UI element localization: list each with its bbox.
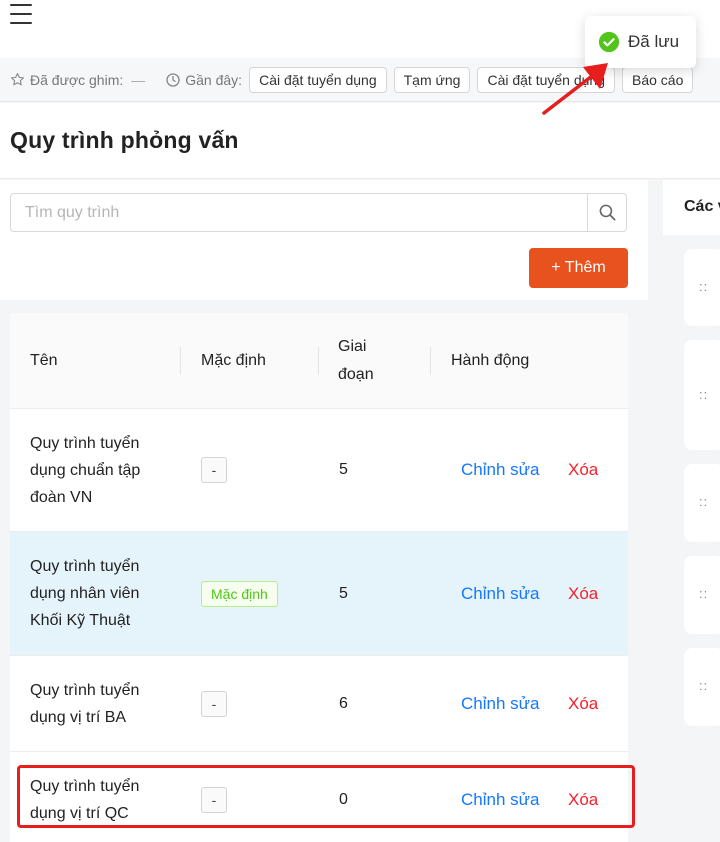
stage-card[interactable]: :: [684, 556, 720, 634]
star-icon [11, 73, 24, 86]
search-input[interactable] [11, 194, 588, 231]
right-panel-header: Các v [663, 180, 720, 235]
default-tag-empty: - [201, 787, 227, 813]
recent-chip-advance[interactable]: Tạm ứng [393, 66, 471, 93]
default-tag-empty: - [201, 457, 227, 483]
edit-link[interactable]: Chỉnh sửa [461, 584, 539, 604]
pinned-group: Đã được ghim: — [10, 72, 145, 88]
recent-group: Gần đây: Cài đặt tuyển dụng Tạm ứng Cài … [165, 66, 694, 93]
edit-link[interactable]: Chỉnh sửa [461, 460, 539, 480]
column-header-actions: Hành động [451, 352, 530, 369]
toolbar-panel: + Thêm [0, 180, 648, 300]
table-row: Quy trình tuyển dụng vị trí QC - 0 Chỉnh… [10, 752, 628, 842]
stage-card[interactable]: :: [684, 648, 720, 726]
column-divider [430, 347, 431, 375]
clock-icon [166, 72, 180, 87]
column-divider [318, 347, 319, 375]
edit-link[interactable]: Chỉnh sửa [461, 790, 539, 810]
toast-message: Đã lưu [628, 32, 680, 51]
process-name: Quy trình tuyển dụng nhân viên Khối Kỹ T… [30, 558, 140, 629]
drag-handle-icon[interactable]: :: [699, 587, 708, 600]
table-row: Quy trình tuyển dụng nhân viên Khối Kỹ T… [10, 532, 628, 656]
process-name: Quy trình tuyển dụng vị trí QC [30, 778, 140, 822]
add-button[interactable]: + Thêm [529, 248, 628, 288]
pinned-empty-value: — [131, 71, 146, 88]
table-row: Quy trình tuyển dụng vị trí BA - 6 Chỉnh… [10, 656, 628, 752]
stage-count: 0 [339, 791, 348, 808]
recent-label: Gần đây: [185, 71, 243, 88]
drag-handle-icon[interactable]: :: [699, 495, 708, 508]
delete-link[interactable]: Xóa [568, 584, 598, 604]
drag-handle-icon[interactable]: :: [699, 280, 708, 293]
recent-chip-recruitment-settings-2[interactable]: Cài đặt tuyển dụng [477, 66, 615, 93]
recent-chip-report[interactable]: Báo cáo [621, 66, 694, 93]
drag-handle-icon[interactable]: :: [699, 679, 708, 692]
check-circle-icon [598, 31, 620, 53]
drag-handle-icon[interactable]: :: [699, 388, 708, 401]
search-button[interactable] [587, 194, 626, 231]
table-row: Quy trình tuyển dụng chuẩn tập đoàn VN -… [10, 409, 628, 532]
process-name: Quy trình tuyển dụng chuẩn tập đoàn VN [30, 434, 141, 506]
default-tag-empty: - [201, 690, 227, 717]
page-header: Quy trình phỏng vấn [0, 103, 720, 179]
page-title: Quy trình phỏng vấn [10, 127, 239, 153]
delete-link[interactable]: Xóa [568, 790, 598, 810]
column-header-default: Mặc định [201, 352, 266, 369]
edit-link[interactable]: Chỉnh sửa [461, 694, 539, 714]
toast-notification: Đã lưu [585, 16, 696, 68]
search-box [10, 193, 627, 232]
recent-chip-recruitment-settings[interactable]: Cài đặt tuyển dụng [249, 66, 387, 93]
search-icon [599, 204, 615, 221]
stage-card[interactable]: :: [684, 249, 720, 326]
delete-link[interactable]: Xóa [568, 694, 598, 714]
column-header-stages: Giai đoạn [338, 338, 374, 383]
menu-icon[interactable] [10, 4, 32, 24]
process-table: Tên Mặc định Giai đoạn Hành động Quy trì… [10, 313, 628, 842]
column-header-name: Tên [30, 352, 58, 369]
table-header: Tên Mặc định Giai đoạn Hành động [10, 313, 628, 409]
stage-count: 6 [339, 694, 348, 712]
delete-link[interactable]: Xóa [568, 460, 598, 480]
column-divider [180, 347, 181, 375]
default-badge: Mặc định [201, 580, 278, 607]
process-name: Quy trình tuyển dụng vị trí BA [30, 681, 140, 726]
pinned-label: Đã được ghim: [30, 71, 124, 88]
stage-card[interactable]: :: [684, 340, 720, 450]
stage-card[interactable]: :: [684, 464, 720, 542]
stage-count: 5 [339, 461, 348, 478]
stage-count: 5 [339, 584, 348, 602]
right-panel-title: Các v [684, 198, 720, 215]
